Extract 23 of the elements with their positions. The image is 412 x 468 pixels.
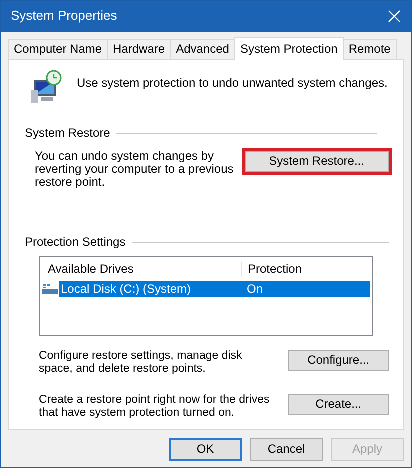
tab[interactable]: System Protection	[234, 37, 344, 60]
dialog-button[interactable]: Cancel	[250, 438, 323, 461]
list-row[interactable]: Local Disk (C:) (System) On	[59, 281, 370, 297]
drive-icon	[42, 283, 58, 295]
column-header[interactable]: Protection	[242, 262, 302, 276]
action-button[interactable]: Configure...	[288, 350, 389, 371]
intro-text: Use system protection to undo unwanted system changes.	[77, 76, 388, 91]
column-header[interactable]: Available Drives	[42, 262, 242, 276]
window-title: System Properties	[11, 8, 118, 25]
system-restore-button[interactable]: System Restore...	[244, 151, 389, 172]
close-icon[interactable]	[388, 10, 401, 23]
description-text: You can undo system changes by reverting your computer to a previous restore point.	[35, 150, 235, 189]
protection-status: On	[246, 282, 264, 296]
tab[interactable]: Computer Name	[8, 39, 108, 59]
dialog-button[interactable]: OK	[169, 438, 242, 461]
description-text: Configure restore settings, manage disk space, and delete restore points.	[39, 350, 244, 376]
computer-restore-icon	[31, 70, 63, 104]
group-label: Protection Settings	[25, 235, 126, 250]
description-text: Create a restore point right now for the drives that have system protection turned on.	[39, 394, 271, 420]
group-label: System Restore	[25, 126, 110, 141]
tab[interactable]: Remote	[342, 39, 397, 59]
action-button[interactable]: Create...	[288, 394, 389, 415]
drive-name: Local Disk (C:) (System)	[60, 282, 192, 296]
